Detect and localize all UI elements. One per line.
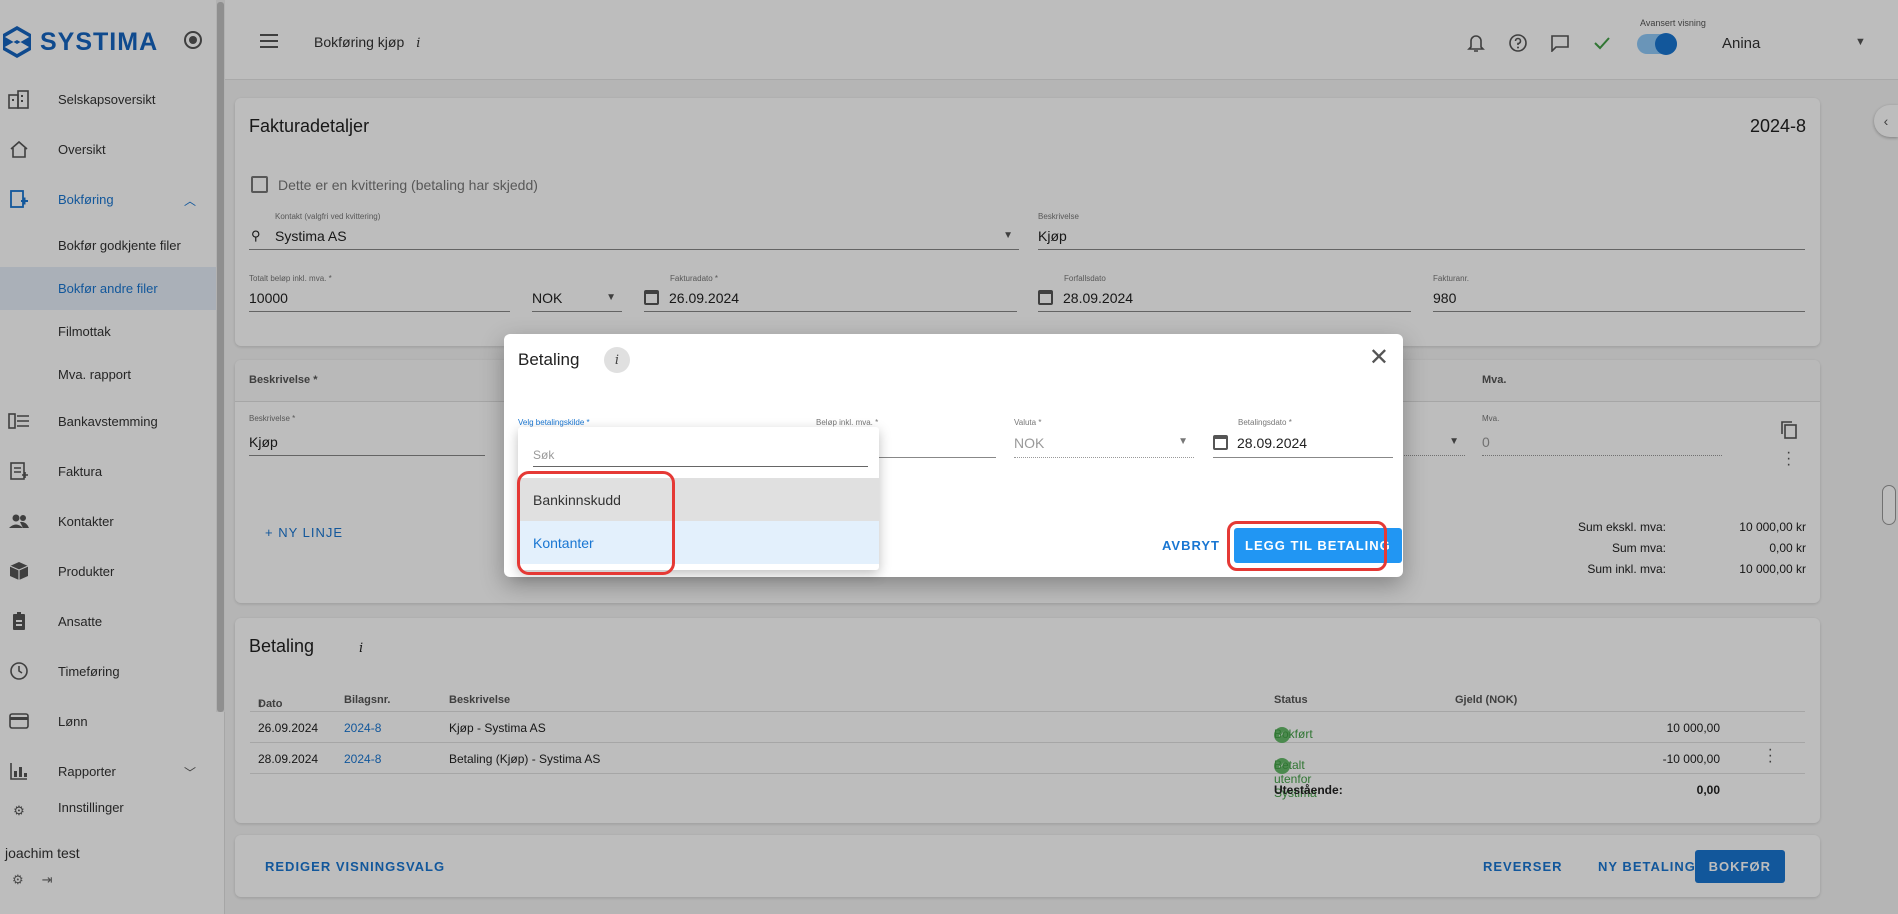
highlight-ring [1227, 521, 1387, 571]
calendar-icon[interactable] [1213, 435, 1234, 451]
currency-value: NOK [1014, 435, 1045, 451]
payment-date-label: Betalingsdato * [1238, 418, 1292, 427]
currency-caret-icon: ▼ [1178, 436, 1188, 447]
search-placeholder: Søk [533, 448, 555, 462]
amount-label: Beløp inkl. mva. * [816, 418, 879, 427]
payment-date-field[interactable]: Betalingsdato * 28.09.2024 [1213, 418, 1393, 458]
payment-date-value: 28.09.2024 [1237, 435, 1308, 451]
dropdown-search-input[interactable]: Søk [533, 437, 868, 467]
highlight-ring [517, 471, 675, 575]
currency-select[interactable]: Valuta * NOK ▼ [1014, 418, 1194, 458]
dialog-title: Betaling [518, 350, 580, 369]
close-icon[interactable]: ✕ [1369, 346, 1389, 370]
payment-source-label: Velg betalingskilde * [518, 418, 590, 427]
info-icon[interactable]: i [604, 347, 630, 373]
cancel-button[interactable]: AVBRYT [1162, 538, 1220, 553]
currency-label: Valuta * [1014, 418, 1042, 427]
